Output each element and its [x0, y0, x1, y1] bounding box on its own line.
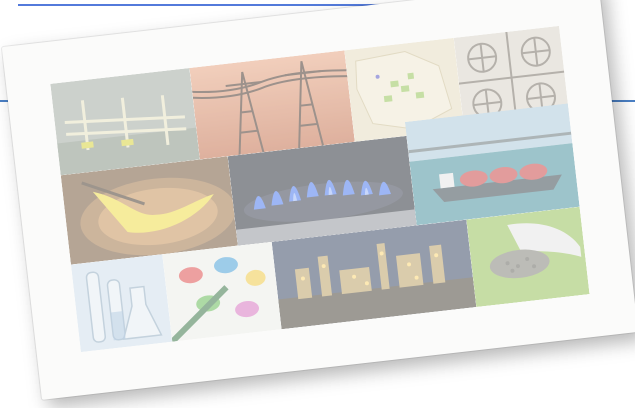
- photo-card: [1, 0, 635, 400]
- collage-fade-overlay: [50, 25, 590, 353]
- energy-collage: [50, 25, 590, 353]
